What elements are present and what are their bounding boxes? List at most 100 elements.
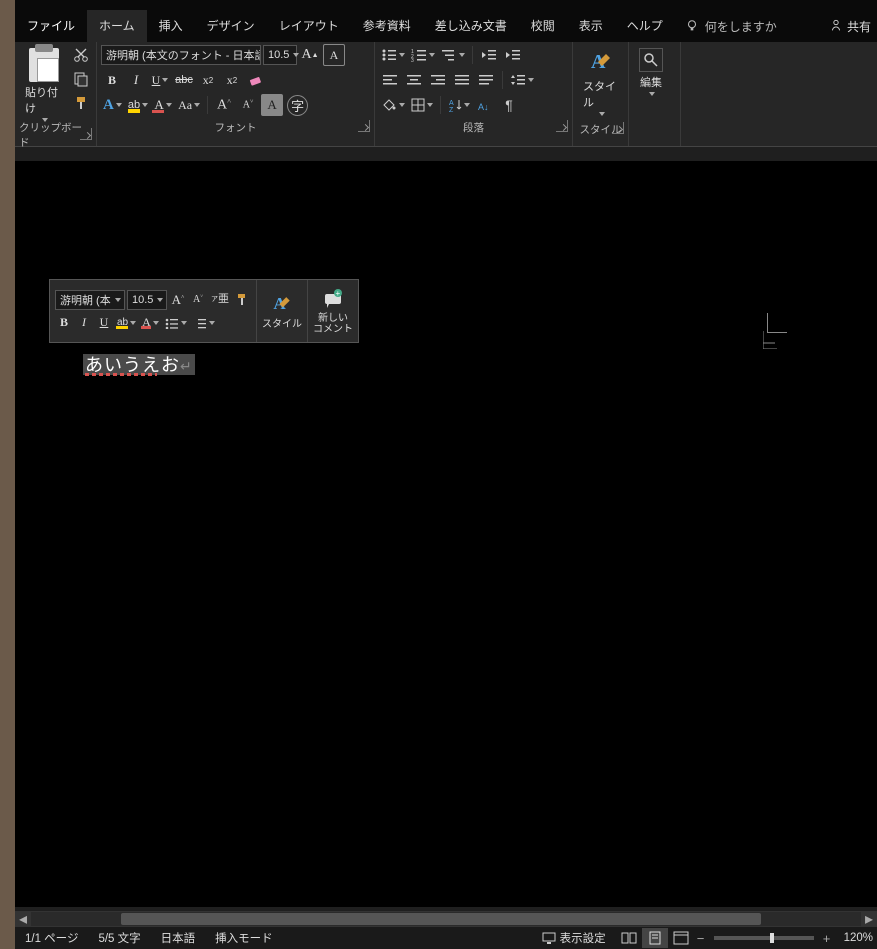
font-color-button[interactable]: A xyxy=(152,94,174,116)
tab-home[interactable]: ホーム xyxy=(87,10,147,42)
numbering-icon: 123 xyxy=(411,48,427,62)
svg-text:A↓: A↓ xyxy=(478,102,489,112)
mini-font-color[interactable]: A xyxy=(140,313,161,333)
grow-font-2-button[interactable]: A˄ xyxy=(213,94,235,116)
mini-bullets[interactable] xyxy=(163,313,189,333)
clipboard-dialog-launcher[interactable] xyxy=(80,128,92,140)
mini-underline[interactable]: U xyxy=(95,313,113,333)
align-center-button[interactable] xyxy=(403,69,425,91)
italic-button[interactable]: I xyxy=(125,69,147,91)
print-layout-button[interactable] xyxy=(642,928,668,948)
share-button[interactable]: 共有 xyxy=(823,18,877,35)
mini-font-value: 游明朝 (本 xyxy=(60,292,111,308)
numbering-icon xyxy=(193,317,207,329)
mini-highlight[interactable]: ab xyxy=(115,313,138,333)
tab-design[interactable]: デザイン xyxy=(195,10,267,42)
styles-dialog-launcher[interactable] xyxy=(612,122,624,134)
mini-bold[interactable]: B xyxy=(55,313,73,333)
mini-font-combo[interactable]: 游明朝 (本 xyxy=(55,290,125,310)
zoom-level[interactable]: 120% xyxy=(834,932,877,944)
bullets-icon xyxy=(165,317,179,329)
increase-indent-button[interactable] xyxy=(502,44,524,66)
cut-button[interactable] xyxy=(70,44,92,66)
ruby-button[interactable]: 字 xyxy=(285,94,310,116)
grow-font-button[interactable]: A▲ xyxy=(299,44,321,66)
multilevel-list-button[interactable] xyxy=(439,44,467,66)
tab-file[interactable]: ファイル xyxy=(15,10,87,42)
distribute-button[interactable] xyxy=(475,69,497,91)
subscript-button[interactable]: x2 xyxy=(197,69,219,91)
change-case-button[interactable]: Aa xyxy=(176,94,202,116)
tab-mailings[interactable]: 差し込み文書 xyxy=(423,10,519,42)
align-right-button[interactable] xyxy=(427,69,449,91)
font-size-combo[interactable]: 10.5 xyxy=(263,45,297,65)
zoom-slider[interactable] xyxy=(714,936,814,940)
strikethrough-button[interactable]: abc xyxy=(173,69,195,91)
zoom-thumb[interactable] xyxy=(770,933,774,943)
mini-italic[interactable]: I xyxy=(75,313,93,333)
status-word-count[interactable]: 5/5 文字 xyxy=(88,930,150,946)
shading-button[interactable] xyxy=(379,94,407,116)
display-settings-button[interactable]: 表示設定 xyxy=(532,930,616,946)
scroll-right-button[interactable]: ▸ xyxy=(861,911,877,927)
scroll-thumb[interactable] xyxy=(121,913,761,925)
copy-button[interactable] xyxy=(70,68,92,90)
horizontal-scrollbar[interactable]: ◂ ▸ xyxy=(15,911,877,927)
bullets-button[interactable] xyxy=(379,44,407,66)
tell-me-search[interactable]: 何をしますか xyxy=(675,18,787,35)
line-spacing-button[interactable] xyxy=(508,69,536,91)
page-surface[interactable]: 游明朝 (本 10.5 A˄ A˅ ア亜 B I U ab A xyxy=(15,161,877,907)
tab-insert[interactable]: 挿入 xyxy=(147,10,195,42)
font-dialog-launcher[interactable] xyxy=(358,120,370,132)
decrease-indent-button[interactable] xyxy=(478,44,500,66)
paragraph-mark: ↵ xyxy=(180,360,193,375)
mini-ruby[interactable]: ア亜 xyxy=(209,290,231,310)
editing-button[interactable]: 編集 xyxy=(633,44,669,98)
format-painter-button[interactable] xyxy=(70,92,92,114)
status-page[interactable]: 1/1 ページ xyxy=(15,930,88,946)
tab-review[interactable]: 校閲 xyxy=(519,10,567,42)
text-effects-button[interactable]: A xyxy=(101,94,124,116)
paste-button[interactable]: 貼り付け xyxy=(19,44,68,124)
borders-button[interactable] xyxy=(409,94,435,116)
mini-format-painter[interactable] xyxy=(233,290,251,310)
align-justify-button[interactable] xyxy=(451,69,473,91)
font-name-combo[interactable]: 游明朝 (本文のフォント - 日本語 xyxy=(101,45,261,65)
status-insert-mode[interactable]: 挿入モード xyxy=(205,930,283,946)
tab-help[interactable]: ヘルプ xyxy=(615,10,675,42)
bucket-icon xyxy=(381,98,397,112)
status-language[interactable]: 日本語 xyxy=(151,930,206,946)
mini-grow-font[interactable]: A˄ xyxy=(169,290,187,310)
zoom-in-button[interactable]: + xyxy=(820,931,834,946)
paragraph-marks-button[interactable]: ¶ xyxy=(498,94,520,116)
tab-view[interactable]: 表示 xyxy=(567,10,615,42)
zoom-out-button[interactable]: − xyxy=(694,931,708,946)
tab-layout[interactable]: レイアウト xyxy=(267,10,351,42)
scroll-track[interactable] xyxy=(31,912,861,926)
mini-numbering[interactable] xyxy=(191,313,217,333)
char-shading-button[interactable]: A xyxy=(261,94,283,116)
scroll-left-button[interactable]: ◂ xyxy=(15,911,31,927)
superscript-button[interactable]: x2 xyxy=(221,69,243,91)
enclose-char-button[interactable]: A xyxy=(323,44,345,66)
tab-references[interactable]: 参考資料 xyxy=(351,10,423,42)
paragraph-dialog-launcher[interactable] xyxy=(556,120,568,132)
mini-styles-button[interactable]: スタイル xyxy=(262,319,302,330)
document-area[interactable]: 游明朝 (本 10.5 A˄ A˅ ア亜 B I U ab A xyxy=(15,147,877,927)
mini-shrink-font[interactable]: A˅ xyxy=(189,290,207,310)
shrink-font-button[interactable]: A˅ xyxy=(237,94,259,116)
show-marks-button[interactable]: A↓ xyxy=(474,94,496,116)
read-mode-button[interactable] xyxy=(616,928,642,948)
selected-text[interactable]: あいうえお↵ xyxy=(83,354,195,375)
mini-new-comment-button[interactable]: 新しいコメント xyxy=(313,313,353,335)
web-layout-button[interactable] xyxy=(668,928,694,948)
styles-button[interactable]: A スタイル xyxy=(577,44,624,118)
clear-formatting-button[interactable] xyxy=(245,69,267,91)
highlight-button[interactable]: ab xyxy=(126,94,150,116)
align-left-button[interactable] xyxy=(379,69,401,91)
bold-button[interactable]: B xyxy=(101,69,123,91)
mini-size-combo[interactable]: 10.5 xyxy=(127,290,167,310)
numbering-button[interactable]: 123 xyxy=(409,44,437,66)
sort-button[interactable]: AZ xyxy=(446,94,472,116)
underline-button[interactable]: U xyxy=(149,69,171,91)
